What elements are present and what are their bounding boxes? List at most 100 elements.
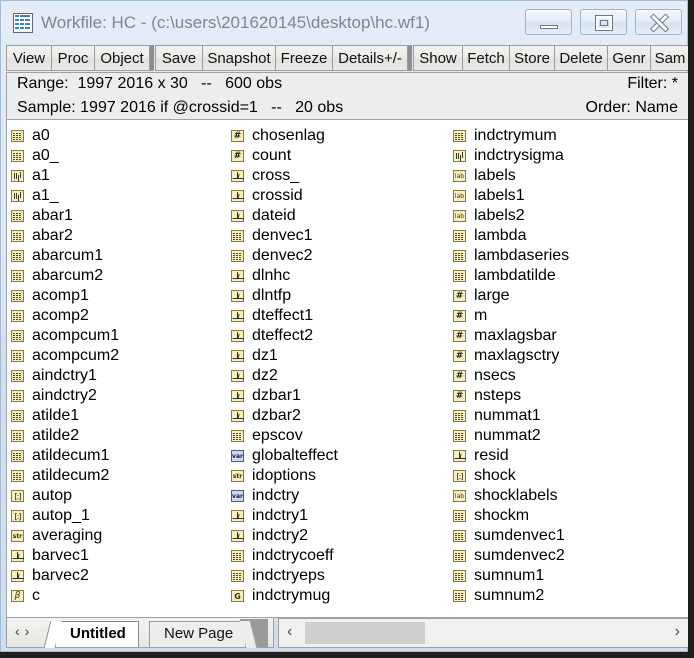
object-list-item[interactable]: lambda xyxy=(453,226,683,246)
object-list-item[interactable]: lambdaseries xyxy=(453,246,683,266)
object-list-item[interactable]: lambdatilde xyxy=(453,266,683,286)
object-list-item[interactable]: straveraging xyxy=(11,526,231,546)
object-list-item[interactable]: acompcum1 xyxy=(11,326,231,346)
object-list-item[interactable]: dateid xyxy=(231,206,453,226)
object-list-item[interactable]: abar1 xyxy=(11,206,231,226)
object-list-item[interactable]: [:]autop_1 xyxy=(11,506,231,526)
object-list-item[interactable]: aindctry1 xyxy=(11,366,231,386)
object-list-item[interactable]: atildecum2 xyxy=(11,466,231,486)
tab-new-page[interactable]: New Page xyxy=(149,621,246,647)
object-list-item[interactable]: cross_ xyxy=(231,166,453,186)
toolbar-button-freeze[interactable]: Freeze xyxy=(275,45,333,71)
object-list-item[interactable]: a1 xyxy=(11,166,231,186)
toolbar-button-sample[interactable]: Sam xyxy=(650,45,690,71)
object-list-item[interactable]: indctrymum xyxy=(453,126,683,146)
scrollbar-thumb[interactable] xyxy=(305,622,425,644)
object-list-item[interactable]: barvec1 xyxy=(11,546,231,566)
toolbar-button-fetch[interactable]: Fetch xyxy=(462,45,510,71)
object-list-item[interactable]: atildecum1 xyxy=(11,446,231,466)
object-list-item[interactable]: #large xyxy=(453,286,683,306)
object-list-item[interactable]: stridoptions xyxy=(231,466,453,486)
tab-untitled[interactable]: Untitled xyxy=(55,621,139,647)
object-list-item[interactable]: sumnum1 xyxy=(453,566,683,586)
maximize-button[interactable] xyxy=(580,9,627,35)
object-list-item[interactable]: #nsteps xyxy=(453,386,683,406)
object-list-item[interactable]: atilde2 xyxy=(11,426,231,446)
object-list-item[interactable]: indctrysigma xyxy=(453,146,683,166)
object-list-item[interactable]: dz1 xyxy=(231,346,453,366)
object-list-item[interactable]: nummat2 xyxy=(453,426,683,446)
object-list-item[interactable]: dz2 xyxy=(231,366,453,386)
object-list[interactable]: a0a0_a1a1_abar1abar2abarcum1abarcum2acom… xyxy=(6,120,689,618)
object-list-item[interactable]: sumdenvec1 xyxy=(453,526,683,546)
toolbar-button-genr[interactable]: Genr xyxy=(607,45,651,71)
object-list-item[interactable]: sumdenvec2 xyxy=(453,546,683,566)
object-list-item[interactable]: barvec2 xyxy=(11,566,231,586)
object-list-item[interactable]: resid xyxy=(453,446,683,466)
object-list-item[interactable]: a0_ xyxy=(11,146,231,166)
object-list-item[interactable]: a1_ xyxy=(11,186,231,206)
object-list-item[interactable]: lablabels xyxy=(453,166,683,186)
object-list-item[interactable]: shockm xyxy=(453,506,683,526)
toolbar-button-save[interactable]: Save xyxy=(155,45,203,71)
toolbar-button-delete[interactable]: Delete xyxy=(554,45,608,71)
object-list-item[interactable]: indctryeps xyxy=(231,566,453,586)
filter-label[interactable]: Filter: * xyxy=(627,75,678,93)
tab-nav-prev-icon[interactable]: ‹ xyxy=(15,623,25,639)
object-list-item[interactable]: [:]autop xyxy=(11,486,231,506)
object-list-item[interactable]: βc xyxy=(11,586,231,606)
object-list-item[interactable]: aindctry2 xyxy=(11,386,231,406)
object-list-item[interactable]: crossid xyxy=(231,186,453,206)
object-list-item[interactable]: #count xyxy=(231,146,453,166)
object-list-item[interactable]: labshocklabels xyxy=(453,486,683,506)
toolbar-button-object[interactable]: Object xyxy=(94,45,150,71)
object-list-item[interactable]: indctrycoeff xyxy=(231,546,453,566)
object-list-item[interactable]: Gindctrymug xyxy=(231,586,453,606)
object-list-item[interactable]: epscov xyxy=(231,426,453,446)
object-list-item[interactable]: lablabels1 xyxy=(453,186,683,206)
object-list-item[interactable]: dteffect1 xyxy=(231,306,453,326)
object-list-item[interactable]: dteffect2 xyxy=(231,326,453,346)
toolbar-button-details[interactable]: Details+/- xyxy=(332,45,408,71)
object-list-item[interactable]: acompcum2 xyxy=(11,346,231,366)
object-list-item[interactable]: lablabels2 xyxy=(453,206,683,226)
object-list-item[interactable]: dzbar2 xyxy=(231,406,453,426)
object-list-item[interactable]: #nsecs xyxy=(453,366,683,386)
object-list-item[interactable]: #maxlagsctry xyxy=(453,346,683,366)
object-list-item[interactable]: a0 xyxy=(11,126,231,146)
toolbar-button-show[interactable]: Show xyxy=(413,45,463,71)
object-list-item[interactable]: abarcum1 xyxy=(11,246,231,266)
object-list-item[interactable]: #m xyxy=(453,306,683,326)
order-label[interactable]: Order: Name xyxy=(586,99,678,117)
toolbar-button-proc[interactable]: Proc xyxy=(51,45,95,71)
object-list-item[interactable]: varindctry xyxy=(231,486,453,506)
toolbar-button-store[interactable]: Store xyxy=(509,45,555,71)
object-list-item[interactable]: dlntfp xyxy=(231,286,453,306)
scroll-left-icon[interactable]: ‹ xyxy=(287,623,292,641)
object-list-item[interactable]: acomp1 xyxy=(11,286,231,306)
minimize-button[interactable] xyxy=(525,9,572,35)
object-list-item[interactable]: indctry1 xyxy=(231,506,453,526)
horizontal-scrollbar[interactable]: ‹ › xyxy=(278,618,689,648)
object-list-item[interactable]: dzbar1 xyxy=(231,386,453,406)
object-list-item[interactable]: [:]shock xyxy=(453,466,683,486)
toolbar-button-snapshot[interactable]: Snapshot xyxy=(202,45,276,71)
object-list-item[interactable]: atilde1 xyxy=(11,406,231,426)
object-list-item[interactable]: abarcum2 xyxy=(11,266,231,286)
scroll-right-icon[interactable]: › xyxy=(675,623,680,641)
toolbar-button-view[interactable]: View xyxy=(6,45,52,71)
object-list-item[interactable]: abar2 xyxy=(11,226,231,246)
tab-nav-next-icon[interactable]: › xyxy=(25,623,35,639)
tab-nav-arrows[interactable]: ‹› xyxy=(15,623,34,639)
object-list-item[interactable]: #maxlagsbar xyxy=(453,326,683,346)
object-list-item[interactable]: #chosenlag xyxy=(231,126,453,146)
object-list-item[interactable]: acomp2 xyxy=(11,306,231,326)
object-list-item[interactable]: sumnum2 xyxy=(453,586,683,606)
object-list-item[interactable]: denvec1 xyxy=(231,226,453,246)
object-list-item[interactable]: indctry2 xyxy=(231,526,453,546)
close-button[interactable] xyxy=(635,9,682,35)
object-list-item[interactable]: dlnhc xyxy=(231,266,453,286)
object-list-item[interactable]: varglobalteffect xyxy=(231,446,453,466)
object-list-item[interactable]: denvec2 xyxy=(231,246,453,266)
object-list-item[interactable]: nummat1 xyxy=(453,406,683,426)
